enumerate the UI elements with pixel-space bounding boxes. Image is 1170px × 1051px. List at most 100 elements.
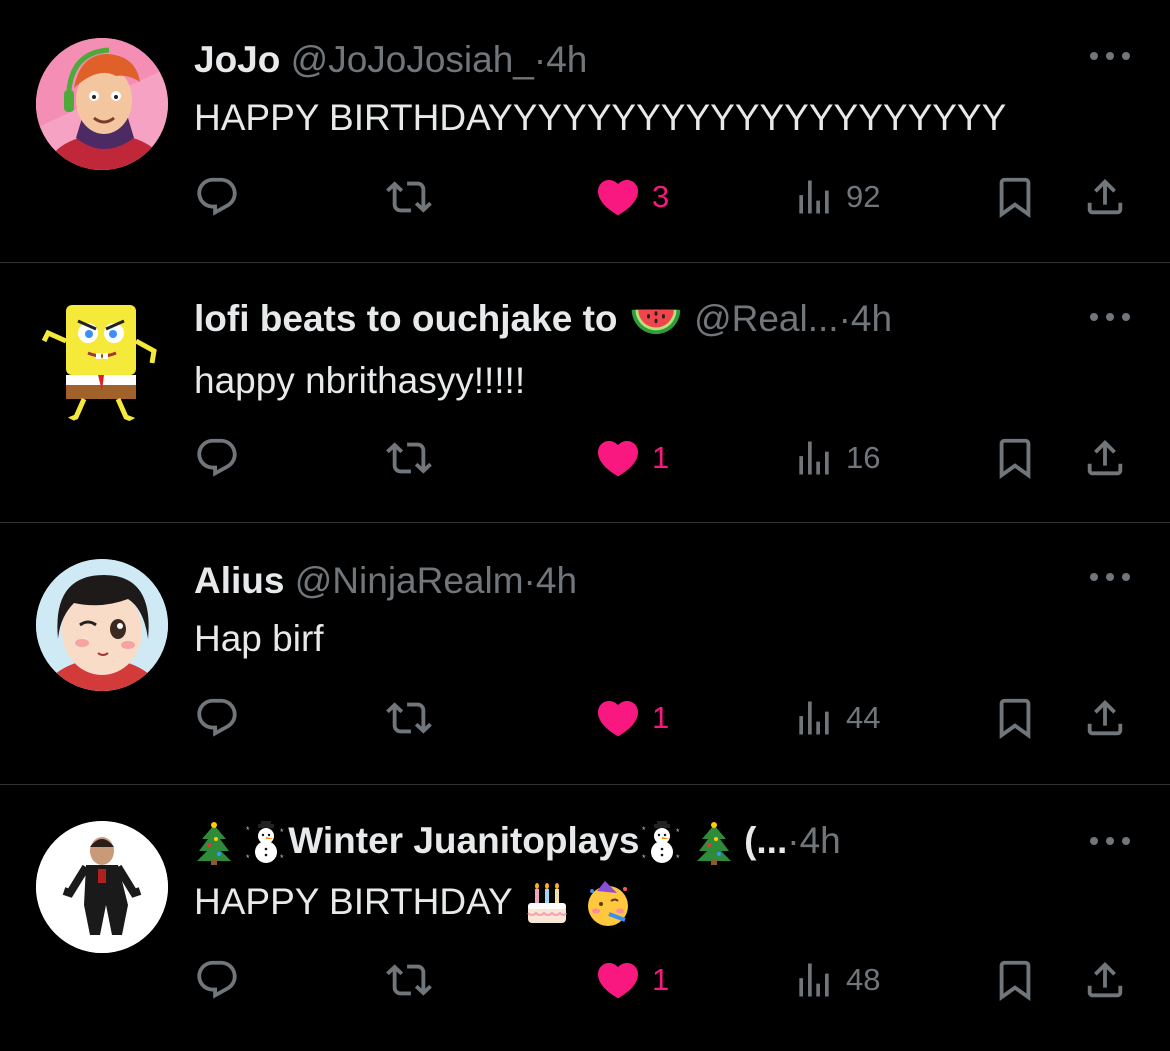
retweet-icon xyxy=(386,435,432,481)
action-bar: 1 16 xyxy=(0,433,1170,483)
bookmark-button[interactable] xyxy=(992,693,1038,743)
more-icon[interactable] xyxy=(1088,50,1132,70)
avatar-image xyxy=(36,559,168,691)
like-button[interactable]: 1 xyxy=(594,955,669,1005)
separator-dot: · xyxy=(787,820,800,861)
retweet-button[interactable] xyxy=(386,172,432,222)
reply-button[interactable] xyxy=(194,172,240,222)
views-button[interactable]: 44 xyxy=(792,693,880,743)
display-name[interactable]: lofi beats to ouchjake to xyxy=(194,298,618,339)
views-icon xyxy=(792,696,836,740)
tweet[interactable]: JoJo @JoJoJosiah_·4h HAPPY BIRTHDAYYYYYY… xyxy=(0,0,1170,263)
reply-icon xyxy=(194,957,240,1003)
share-button[interactable] xyxy=(1082,172,1128,222)
avatar[interactable] xyxy=(36,821,168,953)
more-icon[interactable] xyxy=(1088,571,1132,591)
user-handle[interactable]: @NinjaRealm xyxy=(295,560,524,601)
display-name[interactable]: Winter Juanitoplays xyxy=(288,820,639,861)
avatar[interactable] xyxy=(36,295,168,427)
reply-icon xyxy=(194,174,240,220)
reply-button[interactable] xyxy=(194,693,240,743)
tweet-text: happy nbrithasyy!!!!! xyxy=(194,360,526,401)
reply-icon xyxy=(194,695,240,741)
reply-button[interactable] xyxy=(194,955,240,1005)
reply-button[interactable] xyxy=(194,433,240,483)
tweet-text: HAPPY BIRTHDAYYYYYYYYYYYYYYYYYYYYY xyxy=(194,97,1007,138)
bookmark-button[interactable] xyxy=(992,433,1038,483)
tweet[interactable]: lofi beats to ouchjake to @Real...·4h ha… xyxy=(0,263,1170,523)
bookmark-icon xyxy=(992,695,1038,741)
share-button[interactable] xyxy=(1082,693,1128,743)
tweet[interactable]: Winter Juanitoplays (...·4h HAPPY BIRTHD… xyxy=(0,785,1170,1051)
like-button[interactable]: 3 xyxy=(594,172,669,222)
avatar[interactable] xyxy=(36,559,168,691)
heart-icon xyxy=(594,434,642,482)
tweet-header: JoJo @JoJoJosiah_·4h xyxy=(194,38,587,82)
more-icon[interactable] xyxy=(1088,311,1132,331)
bookmark-icon xyxy=(992,957,1038,1003)
tweet-text: Hap birf xyxy=(194,618,324,659)
view-count: 92 xyxy=(846,179,881,214)
retweet-icon xyxy=(386,695,432,741)
christmas-tree-icon xyxy=(194,821,234,865)
bookmark-button[interactable] xyxy=(992,955,1038,1005)
avatar[interactable] xyxy=(36,38,168,170)
views-icon xyxy=(792,175,836,219)
views-button[interactable]: 48 xyxy=(792,955,880,1005)
view-count: 16 xyxy=(846,440,881,475)
views-button[interactable]: 92 xyxy=(792,172,880,222)
bookmark-icon xyxy=(992,174,1038,220)
birthday-cake-icon xyxy=(522,879,572,929)
share-icon xyxy=(1082,435,1128,481)
share-icon xyxy=(1082,957,1128,1003)
action-bar: 1 48 xyxy=(0,955,1170,1005)
tweet[interactable]: Alius @NinjaRealm·4h Hap birf 1 44 xyxy=(0,523,1170,785)
separator-dot: · xyxy=(533,39,547,80)
like-count: 1 xyxy=(652,962,670,997)
display-name-truncated[interactable]: (... xyxy=(744,820,787,861)
retweet-icon xyxy=(386,957,432,1003)
timestamp[interactable]: 4h xyxy=(536,560,577,601)
like-count: 1 xyxy=(652,440,670,475)
tweet-text-row: HAPPY BIRTHDAY xyxy=(194,879,633,929)
views-button[interactable]: 16 xyxy=(792,433,880,483)
timestamp[interactable]: 4h xyxy=(800,820,841,861)
heart-icon xyxy=(594,956,642,1004)
view-count: 48 xyxy=(846,962,881,997)
separator-dot: · xyxy=(523,560,536,601)
more-icon[interactable] xyxy=(1088,835,1132,855)
views-icon xyxy=(792,436,836,480)
snowman-icon xyxy=(640,821,684,865)
bookmark-icon xyxy=(992,435,1038,481)
like-count: 1 xyxy=(652,700,670,735)
snowman-icon xyxy=(244,821,288,865)
retweet-button[interactable] xyxy=(386,693,432,743)
reply-icon xyxy=(194,435,240,481)
heart-icon xyxy=(594,694,642,742)
tweet-text: HAPPY BIRTHDAY xyxy=(194,880,513,922)
share-button[interactable] xyxy=(1082,955,1128,1005)
like-count: 3 xyxy=(652,179,670,214)
timestamp[interactable]: 4h xyxy=(546,39,587,80)
avatar-image xyxy=(36,821,168,953)
timestamp[interactable]: 4h xyxy=(851,298,892,339)
bookmark-button[interactable] xyxy=(992,172,1038,222)
tweet-header: Winter Juanitoplays (...·4h xyxy=(194,819,841,865)
retweet-button[interactable] xyxy=(386,433,432,483)
share-button[interactable] xyxy=(1082,433,1128,483)
tweet-header: lofi beats to ouchjake to @Real...·4h xyxy=(194,297,892,341)
user-handle[interactable]: @JoJoJosiah_ xyxy=(291,39,534,80)
christmas-tree-icon xyxy=(694,821,734,865)
user-handle[interactable]: @Real... xyxy=(694,298,839,339)
avatar-image xyxy=(36,295,168,427)
display-name[interactable]: Alius xyxy=(194,560,284,601)
retweet-button[interactable] xyxy=(386,955,432,1005)
display-name[interactable]: JoJo xyxy=(194,39,280,80)
action-bar: 1 44 xyxy=(0,693,1170,743)
heart-icon xyxy=(594,173,642,221)
views-icon xyxy=(792,958,836,1002)
retweet-icon xyxy=(386,174,432,220)
like-button[interactable]: 1 xyxy=(594,693,669,743)
like-button[interactable]: 1 xyxy=(594,433,669,483)
separator-dot: · xyxy=(838,298,851,339)
